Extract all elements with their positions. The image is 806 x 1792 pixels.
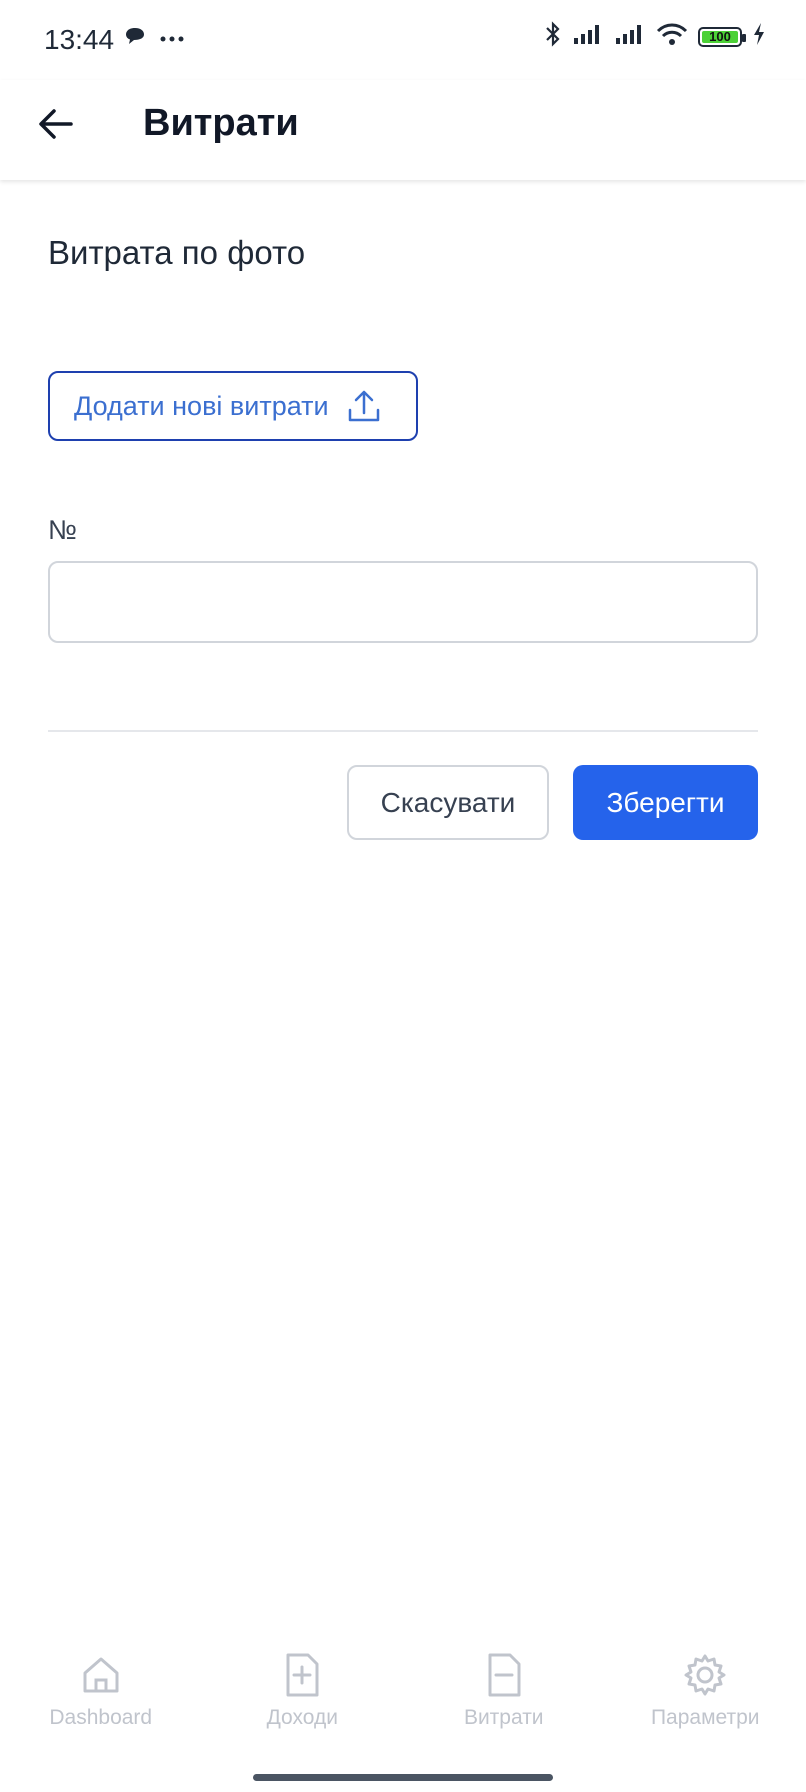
number-field[interactable] <box>48 561 758 643</box>
save-button[interactable]: Зберегти <box>573 765 758 840</box>
bottom-nav: Dashboard Доходи Витрати Параметри <box>0 1650 806 1760</box>
status-time: 13:44 <box>44 24 115 55</box>
battery-level: 100 <box>702 29 738 44</box>
nav-label: Доходи <box>266 1706 338 1729</box>
nav-label: Параметри <box>650 1706 760 1729</box>
battery-icon: 100 <box>698 26 746 47</box>
nav-item-income[interactable]: Доходи <box>202 1650 404 1760</box>
charging-icon <box>752 22 766 51</box>
upload-icon <box>347 389 381 423</box>
more-dots-icon <box>160 30 184 48</box>
nav-item-dashboard[interactable]: Dashboard <box>0 1650 202 1760</box>
number-field-label: № <box>48 515 77 545</box>
nav-item-settings[interactable]: Параметри <box>605 1650 806 1760</box>
page: 13:44 100 Витрати Витрата по фото Додати… <box>0 0 806 1792</box>
cancel-button[interactable]: Скасувати <box>347 765 549 840</box>
page-title: Витрати <box>143 102 299 144</box>
status-right-icons: 100 <box>544 20 766 53</box>
arrow-left-icon <box>38 108 74 145</box>
bluetooth-icon <box>544 20 562 53</box>
home-indicator[interactable] <box>253 1774 553 1781</box>
divider <box>48 730 758 732</box>
home-icon <box>79 1650 123 1700</box>
nav-label: Витрати <box>463 1706 544 1729</box>
file-minus-icon <box>484 1650 524 1700</box>
app-bar: Витрати <box>0 80 806 180</box>
cell-signal-icon <box>614 22 646 51</box>
nav-item-expenses[interactable]: Витрати <box>403 1650 605 1760</box>
cell-signal-icon <box>572 22 604 51</box>
chat-bubble-icon <box>124 26 146 51</box>
section-title: Витрата по фото <box>48 234 306 271</box>
file-plus-icon <box>282 1650 322 1700</box>
add-expenses-upload-button[interactable]: Додати нові витрати <box>48 371 418 441</box>
gear-icon <box>683 1650 727 1700</box>
status-bar: 13:44 100 <box>0 0 806 80</box>
nav-label: Dashboard <box>49 1706 153 1729</box>
back-button[interactable] <box>32 102 80 150</box>
status-left-icons <box>124 26 184 51</box>
wifi-icon <box>656 22 688 51</box>
upload-button-label: Додати нові витрати <box>74 390 329 421</box>
